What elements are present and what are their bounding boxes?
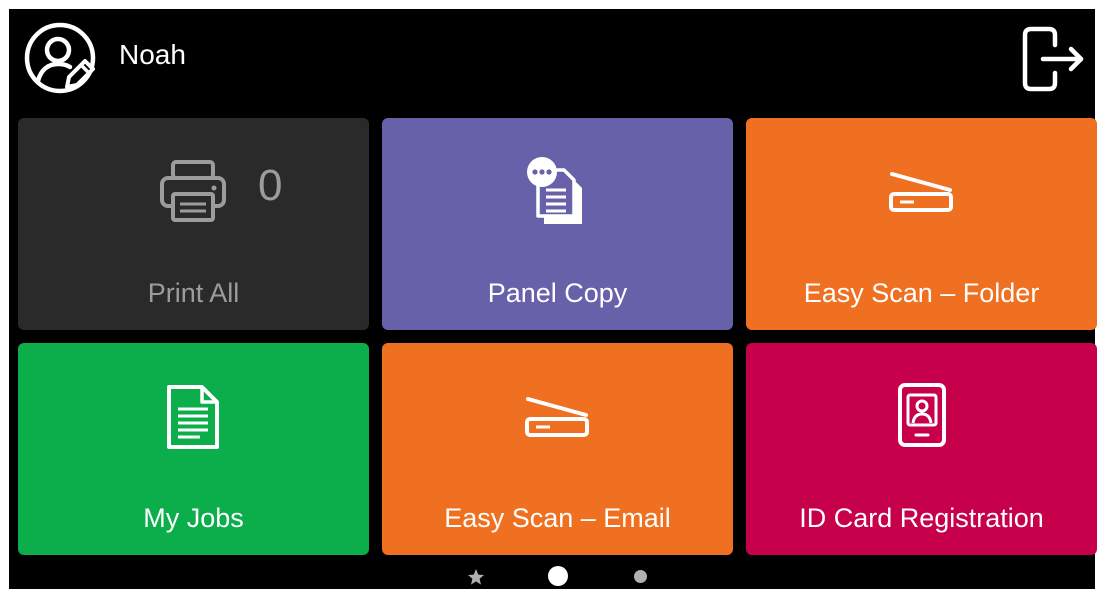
print-all-tile[interactable]: 0 Print All: [18, 118, 369, 330]
tile-label-easy-scan-folder: Easy Scan – Folder: [803, 278, 1040, 308]
print-job-count: 0: [258, 161, 283, 210]
scanner-icon: [886, 166, 956, 219]
easy-scan-email-tile[interactable]: Easy Scan – Email: [382, 343, 733, 555]
page-dot[interactable]: [634, 570, 647, 583]
logout-icon[interactable]: [1019, 23, 1089, 95]
page-dot-active[interactable]: [548, 566, 568, 586]
my-jobs-tile[interactable]: My Jobs: [18, 343, 369, 555]
user-edit-icon[interactable]: [23, 21, 99, 97]
favorites-star-icon[interactable]: [467, 568, 485, 586]
document-icon: [164, 383, 222, 456]
page-indicator: [9, 565, 1095, 591]
tile-label-id-card-registration: ID Card Registration: [799, 503, 1044, 533]
tile-label-easy-scan-email: Easy Scan – Email: [444, 503, 671, 533]
panel-copy-tile[interactable]: Panel Copy: [382, 118, 733, 330]
id-card-icon: [896, 381, 948, 454]
easy-scan-folder-tile[interactable]: Easy Scan – Folder: [746, 118, 1097, 330]
tile-label-panel-copy: Panel Copy: [487, 278, 628, 308]
id-card-registration-tile[interactable]: ID Card Registration: [746, 343, 1097, 555]
username: Noah: [119, 39, 186, 70]
terminal-screen: Noah 0 Print All Panel Copy Easy Scan – …: [9, 9, 1097, 591]
tile-label-my-jobs: My Jobs: [143, 503, 244, 533]
copy-document-icon: [524, 156, 590, 233]
header-bar: Noah: [9, 9, 1095, 109]
tile-label-print-all: Print All: [147, 278, 240, 308]
scanner-icon: [522, 391, 592, 444]
printer-icon: [158, 158, 228, 229]
